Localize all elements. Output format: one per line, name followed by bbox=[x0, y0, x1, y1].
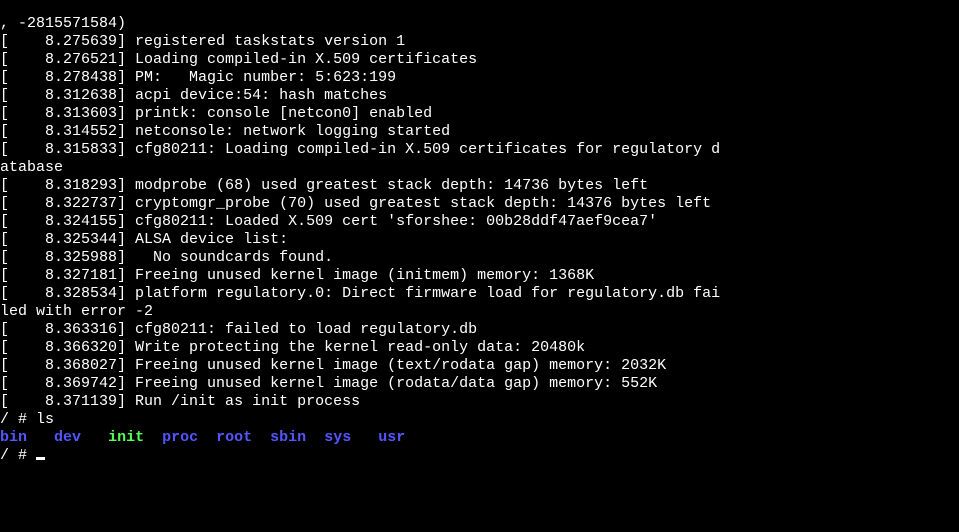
ls-dir-root: root bbox=[216, 429, 252, 446]
boot-line-wrap: atabase bbox=[0, 159, 63, 176]
boot-line: [ 8.327181] Freeing unused kernel image … bbox=[0, 267, 594, 284]
shell-command: ls bbox=[36, 411, 54, 428]
boot-line: [ 8.313603] printk: console [netcon0] en… bbox=[0, 105, 432, 122]
boot-line-fragment: , -2815571584) bbox=[0, 15, 126, 32]
boot-line: [ 8.363316] cfg80211: failed to load reg… bbox=[0, 321, 477, 338]
cursor-icon bbox=[36, 457, 45, 460]
boot-line: [ 8.369742] Freeing unused kernel image … bbox=[0, 375, 657, 392]
ls-dir-sys: sys bbox=[324, 429, 351, 446]
boot-line: [ 8.324155] cfg80211: Loaded X.509 cert … bbox=[0, 213, 657, 230]
boot-line: [ 8.368027] Freeing unused kernel image … bbox=[0, 357, 666, 374]
boot-line: [ 8.322737] cryptomgr_probe (70) used gr… bbox=[0, 195, 711, 212]
ls-dir-sbin: sbin bbox=[270, 429, 306, 446]
boot-line: [ 8.312638] acpi device:54: hash matches bbox=[0, 87, 387, 104]
boot-line: [ 8.318293] modprobe (68) used greatest … bbox=[0, 177, 648, 194]
terminal[interactable]: , -2815571584) [ 8.275639] registered ta… bbox=[0, 15, 959, 465]
boot-line: [ 8.315833] cfg80211: Loading compiled-i… bbox=[0, 141, 720, 158]
ls-dir-dev: dev bbox=[54, 429, 81, 446]
boot-line: [ 8.325344] ALSA device list: bbox=[0, 231, 288, 248]
boot-line: [ 8.366320] Write protecting the kernel … bbox=[0, 339, 585, 356]
shell-line-active[interactable]: / # bbox=[0, 447, 45, 464]
ls-exec-init: init bbox=[108, 429, 144, 446]
boot-line: [ 8.325988] No soundcards found. bbox=[0, 249, 333, 266]
ls-output: bin dev init proc root sbin sys usr bbox=[0, 429, 405, 446]
boot-line-wrap: led with error -2 bbox=[0, 303, 153, 320]
boot-line: [ 8.275639] registered taskstats version… bbox=[0, 33, 405, 50]
shell-prompt: / # bbox=[0, 411, 36, 428]
shell-prompt: / # bbox=[0, 447, 36, 464]
shell-line: / # ls bbox=[0, 411, 54, 428]
boot-line: [ 8.371139] Run /init as init process bbox=[0, 393, 360, 410]
ls-dir-bin: bin bbox=[0, 429, 27, 446]
boot-line: [ 8.314552] netconsole: network logging … bbox=[0, 123, 450, 140]
boot-line: [ 8.328534] platform regulatory.0: Direc… bbox=[0, 285, 720, 302]
ls-dir-usr: usr bbox=[378, 429, 405, 446]
boot-line: [ 8.276521] Loading compiled-in X.509 ce… bbox=[0, 51, 477, 68]
boot-line: [ 8.278438] PM: Magic number: 5:623:199 bbox=[0, 69, 396, 86]
ls-dir-proc: proc bbox=[162, 429, 198, 446]
